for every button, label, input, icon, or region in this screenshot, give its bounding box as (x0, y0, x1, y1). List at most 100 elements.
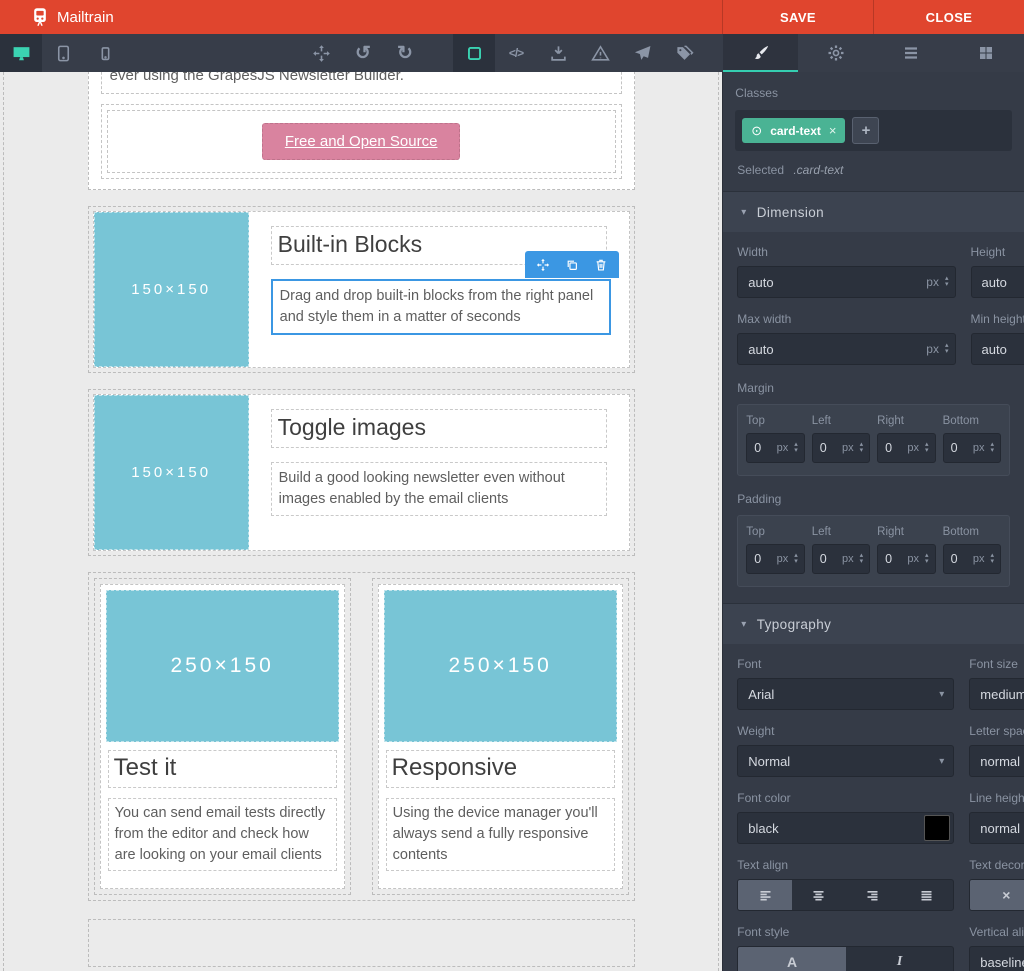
align-center-button[interactable] (792, 880, 846, 910)
trash-icon[interactable] (594, 258, 608, 272)
unit-label[interactable]: px (924, 275, 941, 289)
weight-select[interactable]: Normal▾ (737, 745, 954, 777)
test-it-cell[interactable]: 250×150 Test it You can send email tests… (94, 578, 351, 895)
layers-menu-icon (902, 44, 920, 62)
margin-bottom-input[interactable] (944, 441, 971, 455)
tab-settings[interactable] (798, 34, 873, 72)
stepper[interactable]: ▴▾ (921, 553, 935, 565)
margin-top-input[interactable] (747, 441, 774, 455)
padding-bottom-input[interactable] (944, 552, 971, 566)
width-input[interactable] (738, 275, 924, 290)
align-left-button[interactable] (738, 880, 792, 910)
stepper[interactable]: ▴▾ (790, 553, 804, 565)
cta-cell[interactable]: Free and Open Source (107, 110, 616, 173)
tab-layers[interactable] (874, 34, 949, 72)
device-tablet-button[interactable] (42, 34, 84, 72)
save-button[interactable]: SAVE (722, 0, 873, 34)
class-tag-card-text[interactable]: ⊙ card-text × (742, 118, 845, 143)
import-button[interactable] (537, 34, 579, 72)
card-text[interactable]: Using the device manager you'll always s… (386, 798, 615, 871)
section-typography-header[interactable]: ▾ Typography (723, 603, 1024, 644)
editor-canvas[interactable]: Import, build, test and export responsiv… (0, 72, 722, 971)
image-placeholder-250[interactable]: 250×150 (106, 590, 339, 742)
section-dimension-header[interactable]: ▾ Dimension (723, 191, 1024, 232)
padding-right-input[interactable] (878, 552, 905, 566)
merge-tags-button[interactable] (663, 34, 705, 72)
card-title[interactable]: Responsive (386, 750, 615, 788)
stepper[interactable]: ▴▾ (941, 276, 955, 288)
device-mobile-button[interactable] (84, 34, 126, 72)
font-color-input[interactable] (738, 821, 924, 836)
newsletter-body-outline: Import, build, test and export responsiv… (3, 72, 719, 971)
test-it-card[interactable]: 250×150 Test it You can send email tests… (100, 584, 345, 889)
line-height-input[interactable] (970, 821, 1024, 836)
drag-move-icon[interactable] (536, 258, 550, 272)
font-select[interactable]: Arial▾ (737, 678, 954, 710)
vertical-align-select[interactable]: baseline▾ (969, 946, 1024, 971)
empty-section[interactable] (88, 919, 635, 967)
toggle-images-card[interactable]: 150×150 Toggle images Build a good looki… (93, 394, 630, 551)
intro-section[interactable]: Import, build, test and export responsiv… (88, 72, 635, 190)
intro-paragraph[interactable]: Import, build, test and export responsiv… (101, 72, 622, 94)
cta-row[interactable]: Free and Open Source (101, 104, 622, 179)
toggle-borders-button[interactable] (453, 34, 495, 72)
image-placeholder-150[interactable]: 150×150 (94, 212, 249, 367)
stepper[interactable]: ▴▾ (790, 442, 804, 454)
card-title[interactable]: Toggle images (271, 409, 607, 448)
image-placeholder-250[interactable]: 250×150 (384, 590, 617, 742)
min-height-input[interactable] (972, 342, 1024, 357)
view-code-button[interactable]: </> (495, 34, 537, 72)
built-in-blocks-card[interactable]: 150×150 Built-in Blocks Drag and drop bu… (93, 211, 630, 368)
send-test-button[interactable] (621, 34, 663, 72)
device-desktop-button[interactable] (0, 34, 42, 72)
toggle-images-section[interactable]: 150×150 Toggle images Build a good looki… (88, 389, 635, 556)
height-input[interactable] (972, 275, 1024, 290)
selected-card-text[interactable]: Drag and drop built-in blocks from the r… (271, 279, 611, 335)
color-swatch[interactable] (924, 815, 950, 841)
padding-top-input[interactable] (747, 552, 774, 566)
stepper[interactable]: ▴▾ (986, 442, 1000, 454)
margin-right-input[interactable] (878, 441, 905, 455)
align-right-button[interactable] (846, 880, 900, 910)
warnings-button[interactable] (579, 34, 621, 72)
field-label: Vertical align (969, 925, 1024, 939)
decoration-none-button[interactable]: × (970, 880, 1024, 910)
built-in-blocks-section[interactable]: 150×150 Built-in Blocks Drag and drop bu… (88, 206, 635, 373)
remove-class-icon[interactable]: × (829, 123, 837, 138)
style-italic-button[interactable]: I (846, 947, 954, 971)
align-justify-button[interactable] (900, 880, 954, 910)
add-class-button[interactable]: + (852, 117, 879, 144)
options-group: </> (453, 34, 705, 72)
card-text[interactable]: You can send email tests directly from t… (108, 798, 337, 871)
responsive-card[interactable]: 250×150 Responsive Using the device mana… (378, 584, 623, 889)
responsive-cell[interactable]: 250×150 Responsive Using the device mana… (372, 578, 629, 895)
close-button[interactable]: CLOSE (873, 0, 1024, 34)
two-column-section[interactable]: 250×150 Test it You can send email tests… (88, 572, 635, 901)
style-normal-button[interactable]: A (738, 947, 846, 971)
unit-label[interactable]: px (924, 342, 941, 356)
tablet-icon (54, 44, 73, 63)
stepper[interactable]: ▴▾ (856, 553, 870, 565)
font-size-input[interactable] (970, 687, 1024, 702)
redo-button[interactable]: ↻ (384, 34, 426, 72)
stepper[interactable]: ▴▾ (921, 442, 935, 454)
paper-plane-icon (633, 44, 652, 63)
stepper[interactable]: ▴▾ (856, 442, 870, 454)
image-placeholder-150[interactable]: 150×150 (94, 395, 249, 550)
undo-button[interactable]: ↺ (342, 34, 384, 72)
letter-spacing-input[interactable] (970, 754, 1024, 769)
copy-icon[interactable] (565, 258, 579, 272)
tab-blocks[interactable] (949, 34, 1024, 72)
move-button[interactable] (300, 34, 342, 72)
margin-left-input[interactable] (813, 441, 840, 455)
stepper[interactable]: ▴▾ (941, 343, 955, 355)
class-visibility-icon[interactable]: ⊙ (751, 123, 762, 139)
max-width-input[interactable] (738, 342, 924, 357)
card-text[interactable]: Build a good looking newsletter even wit… (271, 462, 607, 516)
stepper[interactable]: ▴▾ (986, 553, 1000, 565)
tab-style-manager[interactable] (723, 34, 798, 72)
cta-button[interactable]: Free and Open Source (262, 123, 461, 160)
padding-left-input[interactable] (813, 552, 840, 566)
card-title[interactable]: Test it (108, 750, 337, 788)
section-title: Dimension (757, 205, 824, 220)
